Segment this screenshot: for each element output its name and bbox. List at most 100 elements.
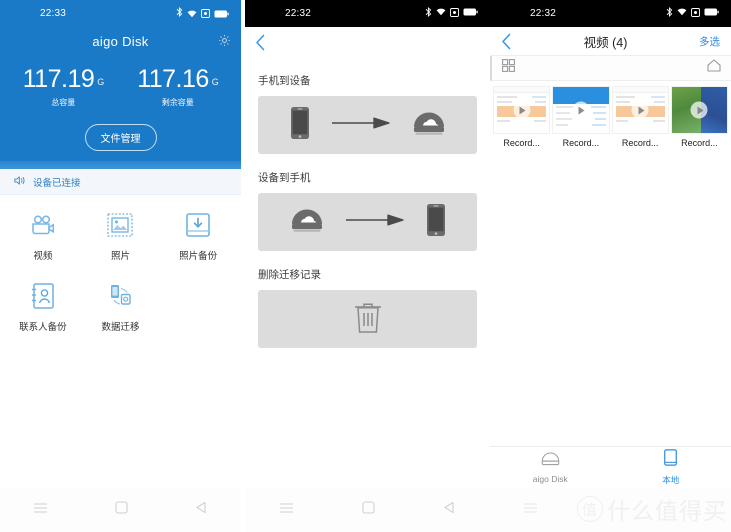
- screenshot-icon: [201, 9, 210, 18]
- gallery-item[interactable]: Record...: [552, 86, 610, 148]
- bluetooth-icon: [176, 6, 183, 20]
- android-navbar-2: [245, 488, 490, 532]
- bluetooth-icon: [666, 6, 673, 20]
- home-icon[interactable]: [362, 501, 375, 519]
- play-icon: [690, 101, 708, 119]
- arrow-right-icon: [331, 116, 390, 135]
- disk-icon: [290, 207, 324, 238]
- screenshot-icon: [691, 7, 700, 20]
- gallery-item-name: Record...: [503, 138, 540, 148]
- android-navbar-3: [490, 488, 731, 532]
- gallery-item[interactable]: Record...: [493, 86, 551, 148]
- speaker-icon: [14, 175, 26, 189]
- connection-status-text: 设备已连接: [33, 177, 81, 189]
- hero-gradient: [0, 161, 241, 169]
- app-title: aigo Disk: [92, 34, 149, 49]
- bottom-tab-bar: aigo Disk 本地: [490, 446, 731, 488]
- capacity-free-label: 剩余容量: [161, 98, 194, 107]
- chevron-left-icon[interactable]: [501, 33, 512, 50]
- battery-icon: [463, 8, 478, 19]
- gallery-toolbar: [490, 56, 731, 81]
- hero-card: aigo Disk 117.19 G 总容量 117.16 G 剩余容量 文件管…: [0, 27, 241, 161]
- play-icon: [572, 101, 590, 119]
- wifi-icon: [187, 10, 197, 18]
- video-gallery: Record... Record... Record... Record...: [490, 81, 731, 153]
- menu-icon[interactable]: [33, 501, 48, 519]
- arrow-right-icon: [345, 213, 404, 232]
- contacts-backup-icon: [27, 280, 59, 312]
- menu-icon[interactable]: [523, 501, 538, 519]
- panel-migration: 22:32 手机到设备 设备到手机 删除迁移记录: [245, 0, 490, 532]
- app-photo-label: 照片: [110, 251, 130, 262]
- grid-view-icon[interactable]: [502, 59, 515, 77]
- screenshot-icon: [450, 7, 459, 20]
- disk-icon: [541, 451, 560, 471]
- card-delete-records[interactable]: [258, 290, 477, 348]
- tab-local[interactable]: 本地: [611, 447, 731, 488]
- app-video[interactable]: 视频: [4, 209, 82, 262]
- gallery-navbar: 视频 (4) 多选: [490, 27, 731, 56]
- multiselect-button[interactable]: 多选: [699, 34, 720, 49]
- video-thumbnail[interactable]: [552, 86, 610, 134]
- capacity-row: 117.19 G 总容量 117.16 G 剩余容量: [0, 53, 241, 108]
- status-time-2: 22:32: [285, 8, 312, 19]
- card-phone-to-device[interactable]: [258, 96, 477, 154]
- app-photo-backup[interactable]: 照片备份: [159, 209, 237, 262]
- home-icon[interactable]: [115, 501, 128, 519]
- gear-icon[interactable]: [218, 34, 231, 47]
- status-time: 22:33: [40, 8, 67, 19]
- screenshot-stage: 22:33 aigo Disk 117.19 G 总容量 117.16 G 剩余…: [0, 0, 731, 532]
- chevron-left-icon[interactable]: [255, 34, 266, 51]
- gallery-item[interactable]: Record...: [611, 86, 669, 148]
- capacity-total-value: 117.19: [22, 65, 95, 93]
- app-contacts-backup-label: 联系人备份: [19, 322, 67, 333]
- capacity-free-value: 117.16: [137, 65, 209, 93]
- play-icon: [513, 101, 531, 119]
- phone-icon: [664, 449, 678, 471]
- video-thumbnail[interactable]: [670, 86, 728, 134]
- gallery-item-name: Record...: [562, 138, 600, 148]
- gallery-item[interactable]: Record...: [670, 86, 728, 148]
- status-bar-2: 22:32: [245, 0, 490, 27]
- connection-status-bar: 设备已连接: [0, 169, 241, 195]
- card-device-to-phone[interactable]: [258, 193, 477, 251]
- capacity-total: 117.19 G 总容量: [22, 65, 105, 108]
- section-title-delete-records: 删除迁移记录: [258, 269, 321, 281]
- app-data-migration[interactable]: 数据迁移: [82, 280, 160, 333]
- back-icon[interactable]: [443, 501, 456, 519]
- status-bar-3: 22:32: [490, 0, 731, 27]
- app-data-migration-label: 数据迁移: [101, 322, 140, 333]
- wifi-icon: [677, 8, 687, 19]
- play-icon: [631, 101, 649, 119]
- video-thumbnail[interactable]: [611, 86, 669, 134]
- tab-aigo-disk[interactable]: aigo Disk: [490, 447, 611, 488]
- file-manager-button[interactable]: 文件管理: [84, 124, 157, 151]
- phone-icon: [290, 106, 310, 145]
- gallery-item-name: Record...: [621, 138, 659, 148]
- trash-icon: [353, 300, 383, 339]
- status-time-3: 22:32: [530, 8, 557, 19]
- battery-icon: [214, 10, 229, 18]
- tab-aigo-disk-label: aigo Disk: [532, 474, 568, 484]
- panel-home: 22:33 aigo Disk 117.19 G 总容量 117.16 G 剩余…: [0, 0, 241, 532]
- bluetooth-icon: [425, 6, 432, 20]
- capacity-free: 117.16 G 剩余容量: [137, 65, 219, 108]
- data-migration-icon: [104, 280, 136, 312]
- android-navbar-1: [0, 488, 241, 532]
- video-thumbnail[interactable]: [493, 86, 551, 134]
- phone-icon: [426, 203, 446, 242]
- menu-icon[interactable]: [279, 501, 294, 519]
- app-contacts-backup[interactable]: 联系人备份: [4, 280, 82, 333]
- home-icon[interactable]: [707, 59, 721, 77]
- app-video-label: 视频: [33, 251, 53, 262]
- app-photo-backup-label: 照片备份: [179, 251, 218, 262]
- section-title-phone-to-device: 手机到设备: [258, 75, 311, 87]
- disk-icon: [412, 110, 446, 141]
- battery-icon: [704, 8, 719, 19]
- migration-sections: 手机到设备 设备到手机 删除迁移记录: [245, 73, 490, 348]
- back-icon[interactable]: [195, 501, 208, 519]
- wifi-icon: [436, 8, 446, 19]
- capacity-total-label: 总容量: [51, 98, 76, 107]
- app-photo[interactable]: 照片: [82, 209, 160, 262]
- capacity-free-unit: G: [211, 77, 219, 87]
